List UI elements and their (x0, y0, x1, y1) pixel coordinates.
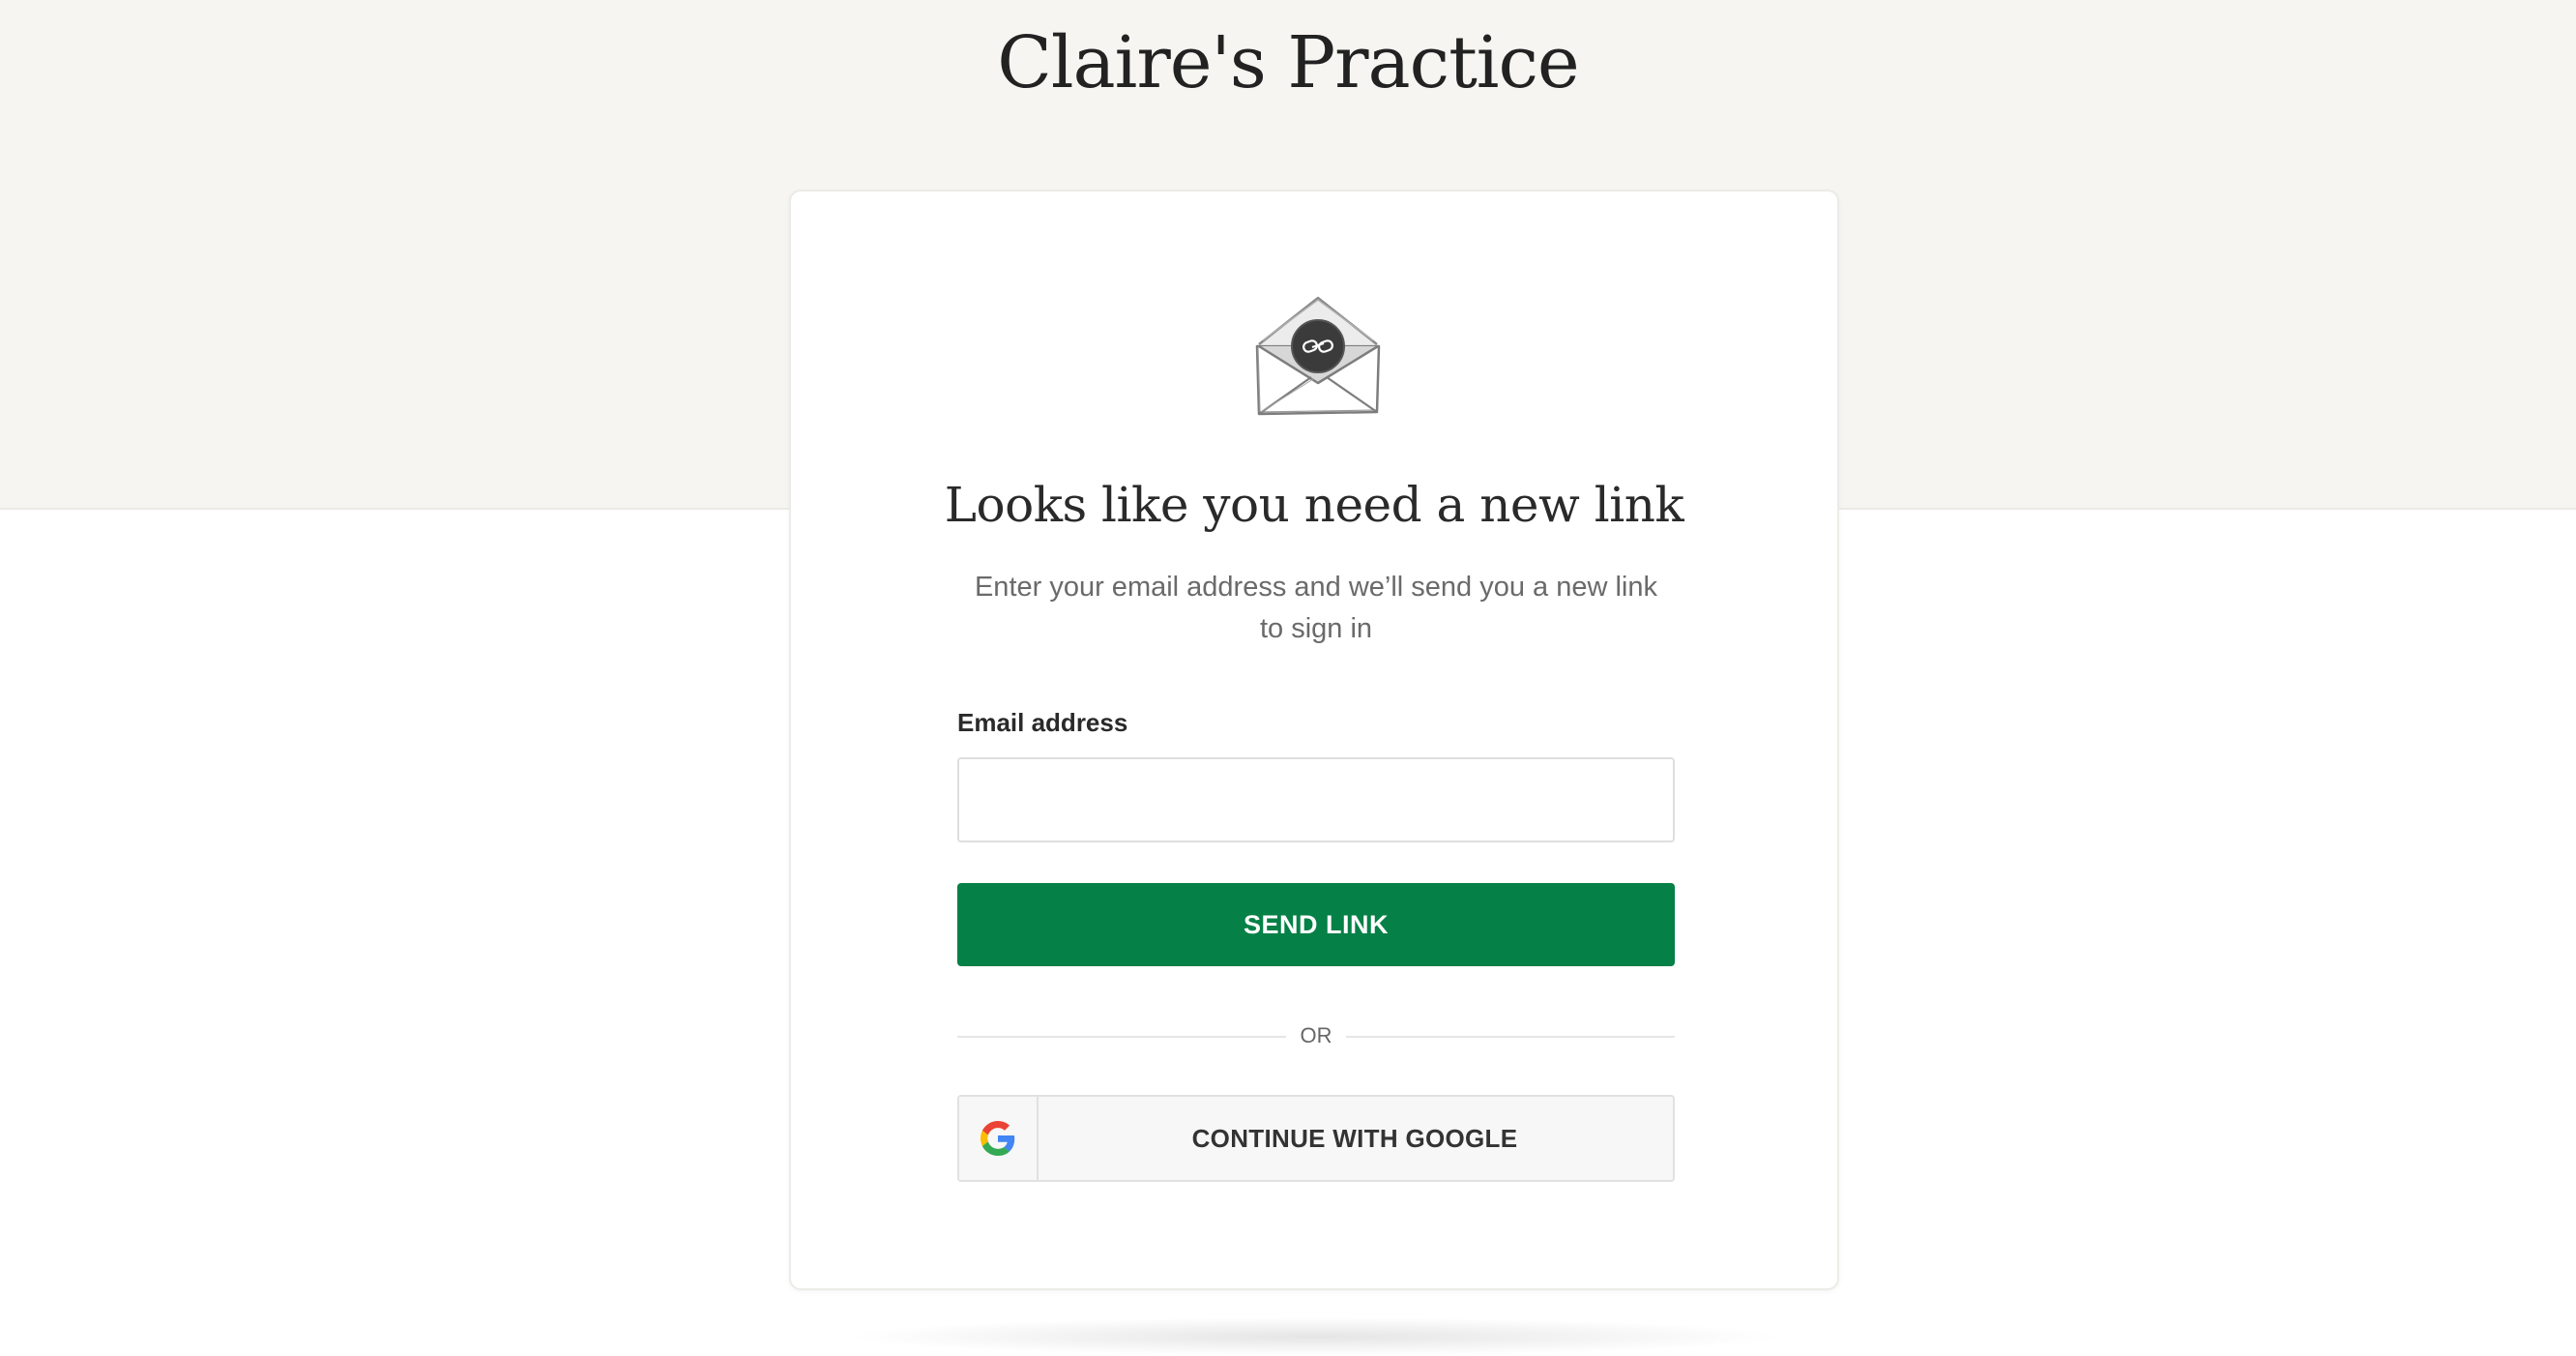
email-label: Email address (957, 708, 1128, 737)
divider-or: OR (1300, 1023, 1332, 1047)
card-heading: Looks like you need a new link (944, 477, 1684, 533)
divider-line-left (957, 1036, 1286, 1038)
email-input[interactable] (957, 757, 1675, 842)
card-subtext: Enter your email address and we’ll send … (974, 572, 1658, 644)
practice-title: Claire's Practice (997, 21, 1579, 104)
google-icon (981, 1121, 1015, 1156)
continue-with-google-button[interactable]: CONTINUE WITH GOOGLE (957, 1095, 1675, 1182)
google-icon-container (959, 1097, 1039, 1180)
divider-line-right (1346, 1036, 1675, 1038)
google-button-label: CONTINUE WITH GOOGLE (1191, 1124, 1518, 1153)
card-shadow (841, 1317, 1789, 1356)
send-link-button[interactable]: SEND LINK (957, 883, 1675, 966)
envelope-link-icon (1245, 277, 1390, 431)
sign-in-card: Looks like you need a new link Enter you… (789, 190, 1839, 1290)
